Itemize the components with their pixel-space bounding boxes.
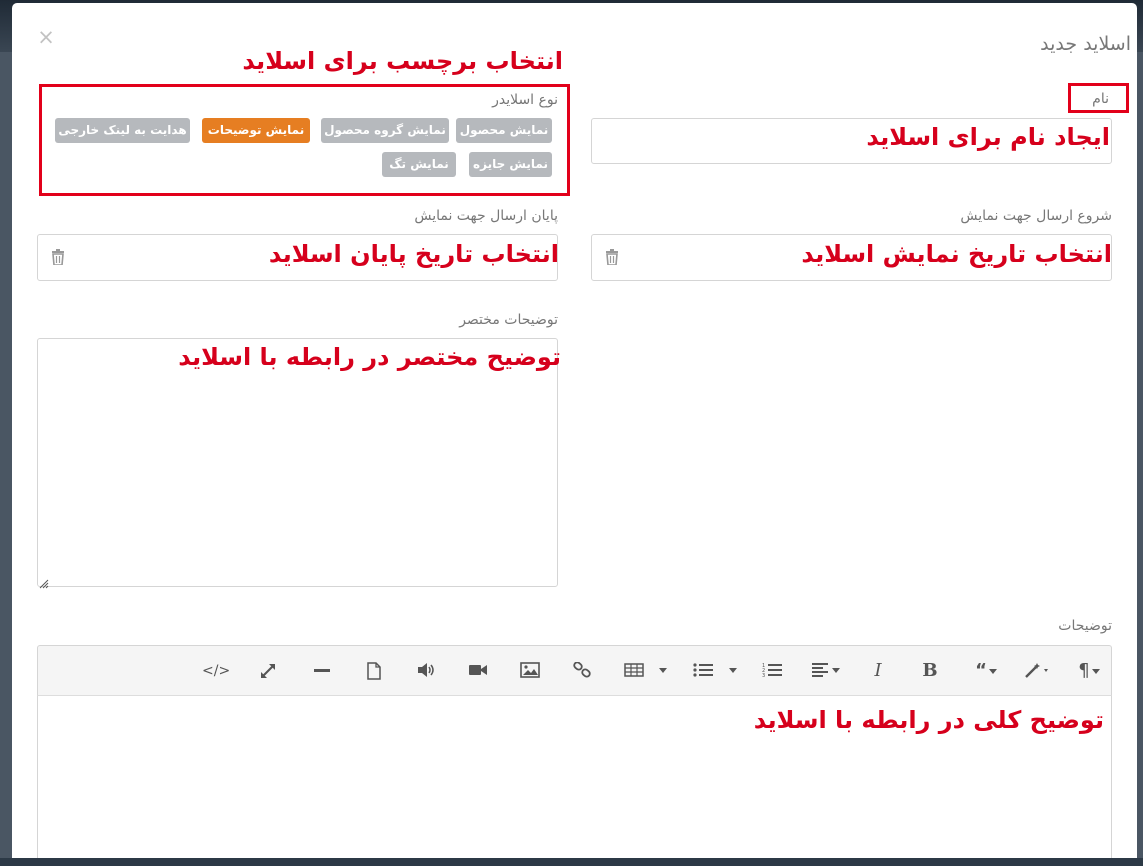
slider-type-chip-product-group[interactable]: نمایش گروه محصول bbox=[321, 118, 449, 143]
file-icon[interactable] bbox=[362, 660, 386, 682]
svg-text:3: 3 bbox=[762, 673, 765, 678]
horizontal-rule-icon[interactable] bbox=[310, 660, 334, 682]
name-label: نام bbox=[1092, 91, 1109, 107]
fullscreen-icon[interactable] bbox=[256, 660, 280, 682]
paragraph-icon[interactable]: ¶ bbox=[1074, 660, 1104, 682]
start-date-label: شروع ارسال جهت نمایش bbox=[960, 208, 1112, 224]
video-icon[interactable] bbox=[466, 660, 490, 682]
image-icon[interactable] bbox=[518, 660, 542, 682]
short-description-label: توضیحات مختصر bbox=[459, 312, 558, 328]
editor-toolbar: ¶ “ B I 123 </> bbox=[37, 645, 1112, 695]
new-slide-modal: اسلاید جدید × انتخاب برچسب برای اسلاید ن… bbox=[12, 3, 1137, 858]
align-icon[interactable] bbox=[808, 660, 844, 682]
audio-icon[interactable] bbox=[414, 660, 438, 682]
end-date-clear-icon[interactable] bbox=[51, 249, 65, 269]
description-label: توضیحات bbox=[1058, 618, 1112, 634]
slider-type-label: نوع اسلایدر bbox=[492, 92, 558, 108]
code-view-icon[interactable]: </> bbox=[202, 660, 230, 682]
annotation-short-description: توضیح مختصر در رابطه با اسلاید bbox=[178, 343, 561, 371]
slider-type-chip-tag[interactable]: نمایش تگ bbox=[382, 152, 456, 177]
slider-type-chip-description[interactable]: نمایش توضیحات bbox=[202, 118, 310, 143]
short-description-textarea[interactable] bbox=[37, 338, 558, 587]
table-icon[interactable] bbox=[622, 660, 672, 682]
annotation-start-date: انتخاب تاریخ نمایش اسلاید bbox=[801, 240, 1112, 268]
slider-type-chip-prize[interactable]: نمایش جایزه bbox=[469, 152, 552, 177]
link-icon[interactable] bbox=[570, 660, 594, 682]
quote-icon[interactable]: “ bbox=[966, 660, 1006, 682]
slider-type-chip-product[interactable]: نمایش محصول bbox=[456, 118, 552, 143]
annotation-end-date: انتخاب تاریخ پایان اسلاید bbox=[268, 240, 559, 268]
end-date-label: پایان ارسال جهت نمایش bbox=[414, 208, 558, 224]
annotation-name-create: ایجاد نام برای اسلاید bbox=[866, 123, 1110, 151]
close-icon[interactable]: × bbox=[36, 27, 56, 48]
start-date-clear-icon[interactable] bbox=[605, 249, 619, 269]
annotation-tag-select: انتخاب برچسب برای اسلاید bbox=[242, 47, 563, 75]
page-backdrop-bottom bbox=[0, 858, 1143, 866]
magic-wand-icon[interactable] bbox=[1018, 660, 1058, 682]
bold-icon[interactable]: B bbox=[918, 660, 942, 682]
resize-grip-icon[interactable] bbox=[39, 574, 49, 593]
annotation-full-description: توضیح کلی در رابطه با اسلاید bbox=[753, 706, 1104, 734]
unordered-list-icon[interactable] bbox=[692, 660, 740, 682]
ordered-list-icon[interactable]: 123 bbox=[760, 660, 784, 682]
slider-type-chip-external-link[interactable]: هدایت به لینک خارجی bbox=[55, 118, 190, 143]
italic-icon[interactable]: I bbox=[866, 660, 890, 682]
modal-title: اسلاید جدید bbox=[1040, 33, 1131, 55]
